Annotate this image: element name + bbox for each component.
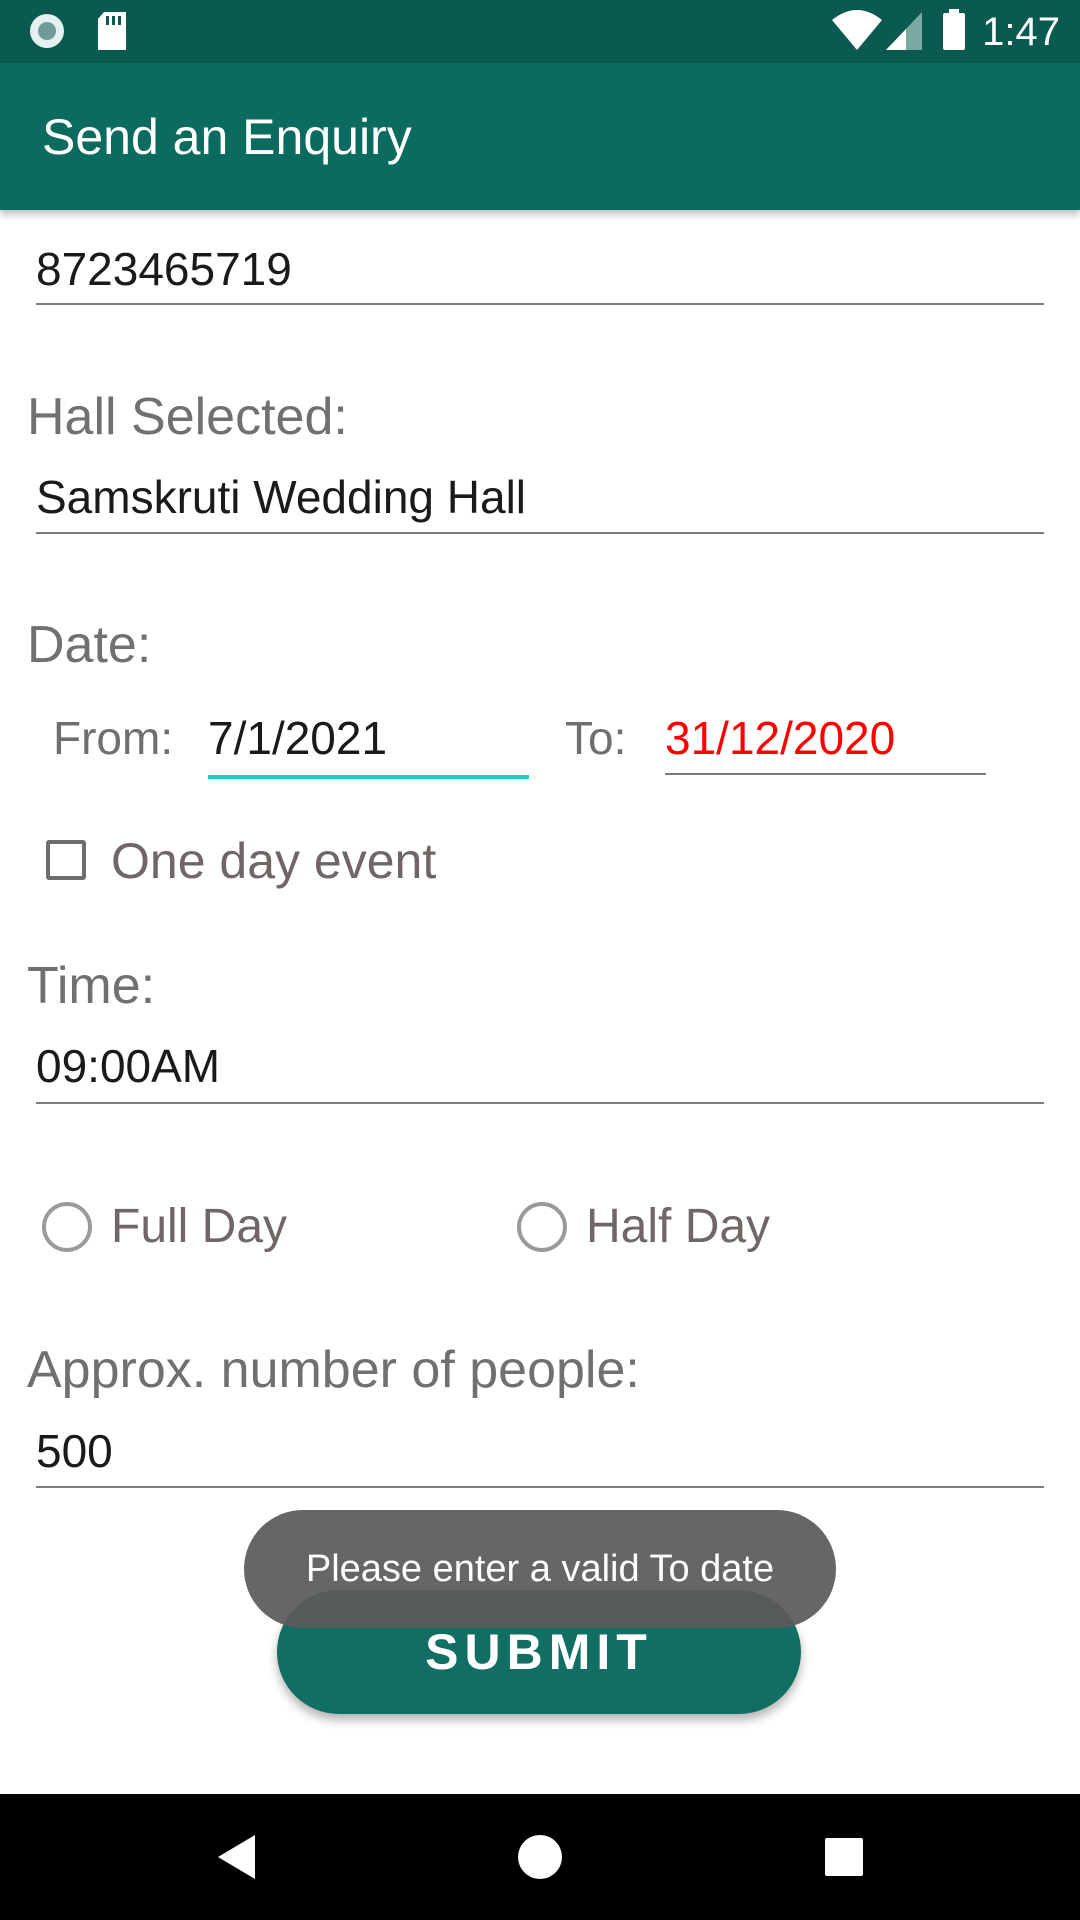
cell-signal-icon — [884, 0, 924, 68]
status-time: 1:47 — [982, 10, 1060, 54]
toast-message: Please enter a valid To date — [244, 1510, 836, 1628]
from-date-underline — [208, 775, 529, 779]
people-value: 500 — [36, 1425, 113, 1477]
battery-icon — [940, 0, 970, 68]
radio-icon — [42, 1202, 92, 1252]
wifi-icon — [830, 0, 884, 68]
time-label: Time: — [27, 957, 156, 1015]
checkbox-icon — [46, 840, 86, 880]
people-underline — [36, 1486, 1044, 1488]
page-title: Send an Enquiry — [42, 109, 412, 165]
phone-underline — [36, 303, 1044, 305]
status-bar: 1:47 — [0, 0, 1080, 63]
back-icon[interactable] — [200, 1817, 280, 1902]
recents-icon[interactable] — [804, 1817, 884, 1902]
time-value: 09:00AM — [36, 1040, 221, 1092]
people-label: Approx. number of people: — [27, 1341, 640, 1399]
to-date-underline — [665, 773, 986, 775]
screen: 1:47 Send an Enquiry 8723465719 Hall Sel… — [0, 0, 1080, 1920]
hall-label: Hall Selected: — [27, 388, 348, 446]
time-underline — [36, 1102, 1044, 1104]
sd-card-icon — [94, 0, 134, 68]
to-label: To: — [565, 712, 627, 764]
phone-value: 8723465719 — [36, 243, 292, 295]
date-label: Date: — [27, 616, 152, 674]
app-bar: Send an Enquiry — [0, 63, 1080, 210]
to-date-value: 31/12/2020 — [665, 712, 896, 764]
half-day-label: Half Day — [586, 1200, 771, 1253]
radio-icon — [517, 1202, 567, 1252]
from-label: From: — [53, 712, 174, 764]
from-date-value: 7/1/2021 — [208, 712, 388, 764]
circle-notification-icon — [26, 0, 70, 68]
one-day-event-label: One day event — [111, 833, 437, 889]
hall-underline — [36, 532, 1044, 534]
nav-bar — [0, 1794, 1080, 1920]
home-icon[interactable] — [500, 1817, 580, 1902]
hall-value: Samskruti Wedding Hall — [36, 471, 527, 523]
full-day-label: Full Day — [111, 1200, 288, 1253]
